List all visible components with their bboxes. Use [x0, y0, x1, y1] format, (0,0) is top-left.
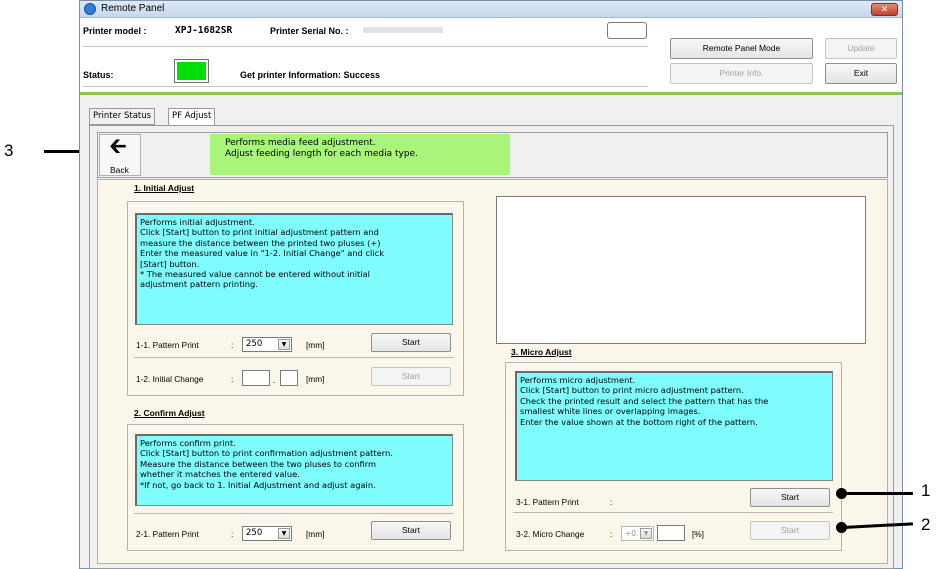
initial-pattern-print-label: 1-1. Pattern Print: [136, 340, 199, 350]
micro-adjust-description: Performs micro adjustment. Click [Start]…: [515, 371, 833, 481]
micro-change-input[interactable]: [657, 525, 685, 541]
callout-2-number: 2: [921, 515, 931, 534]
confirm-pattern-print-colon: :: [231, 529, 234, 539]
confirm-pattern-print-select[interactable]: 250 ▼: [242, 526, 292, 541]
pattern-preview-box: [496, 196, 866, 344]
status-indicator-frame: [174, 59, 209, 83]
initial-change-label: 1-2. Initial Change: [136, 374, 204, 384]
initial-change-decimal-input[interactable]: [280, 370, 298, 386]
callout-3-number: 3: [4, 141, 14, 160]
micro-change-sign-value: +0.: [625, 529, 639, 538]
micro-change-unit: [%]: [692, 529, 704, 539]
initial-adjust-description: Performs initial adjustment. Click [Star…: [135, 213, 453, 325]
back-arrow-icon: 🡰: [109, 134, 127, 159]
status-indicator-light: [177, 62, 206, 80]
update-button[interactable]: Update: [825, 38, 897, 59]
back-button[interactable]: 🡰 Back: [99, 134, 141, 176]
confirm-pattern-print-start-button[interactable]: Start: [371, 521, 451, 540]
header-area: Printer model : XPJ-1682SR Printer Seria…: [80, 18, 902, 92]
initial-pattern-print-unit: [mm]: [306, 340, 325, 350]
printer-model-value: XPJ-1682SR: [175, 25, 233, 36]
status-divider: [83, 86, 648, 87]
header-accent-bar: [80, 92, 902, 95]
initial-pattern-print-value: 250: [246, 339, 263, 349]
app-icon: [84, 3, 96, 15]
micro-pattern-print-start-button[interactable]: Start: [750, 488, 830, 507]
printer-model-label: Printer model :: [83, 26, 147, 36]
initial-pattern-print-start-button[interactable]: Start: [371, 333, 451, 352]
initial-change-decimal-point: .: [273, 375, 276, 385]
micro-pattern-print-colon: :: [610, 497, 613, 507]
blank-indicator: [607, 22, 647, 39]
micro-change-start-button[interactable]: Start: [750, 521, 830, 540]
initial-adjust-title: 1. Initial Adjust: [134, 183, 195, 193]
callout-1-number: 1: [921, 481, 931, 500]
confirm-adjust-description: Performs confirm print. Click [Start] bu…: [135, 434, 453, 506]
micro-change-label: 3-2. Micro Change: [516, 529, 585, 539]
tab-pf-adjust[interactable]: PF Adjust: [168, 108, 216, 126]
micro-row-divider: [513, 512, 833, 513]
callout-1-line: [843, 492, 913, 495]
initial-change-start-button[interactable]: Start: [371, 367, 451, 386]
micro-change-colon: :: [610, 529, 613, 539]
tab-printer-status[interactable]: Printer Status: [89, 108, 156, 125]
close-button[interactable]: ✕: [871, 3, 898, 16]
micro-adjust-title: 3. Micro Adjust: [511, 347, 572, 357]
remote-panel-window: Remote Panel ✕ Printer model : XPJ-1682S…: [79, 0, 903, 569]
initial-pattern-print-select[interactable]: 250 ▼: [242, 337, 292, 352]
title-bar: Remote Panel ✕: [80, 1, 902, 18]
confirm-adjust-title: 2. Confirm Adjust: [134, 408, 205, 418]
confirm-row-divider: [134, 513, 454, 514]
window-title: Remote Panel: [101, 3, 165, 14]
remote-panel-mode-button[interactable]: Remote Panel Mode: [670, 38, 813, 59]
header-divider: [83, 46, 648, 47]
initial-change-unit: [mm]: [306, 374, 325, 384]
chevron-down-icon: ▼: [278, 339, 290, 350]
micro-pattern-print-label: 3-1. Pattern Print: [516, 497, 579, 507]
confirm-pattern-print-unit: [mm]: [306, 529, 325, 539]
printer-info-button[interactable]: Printer Info.: [670, 63, 813, 84]
back-label: Back: [110, 165, 129, 175]
confirm-pattern-print-label: 2-1. Pattern Print: [136, 529, 199, 539]
status-label: Status:: [83, 70, 114, 80]
initial-change-integer-input[interactable]: [242, 370, 270, 386]
micro-change-sign-select[interactable]: +0. ▼: [621, 526, 654, 541]
serial-label: Printer Serial No. :: [270, 26, 349, 36]
toolbar-description: Performs media feed adjustment. Adjust f…: [210, 134, 510, 175]
initial-pattern-print-colon: :: [231, 340, 234, 350]
initial-row-divider: [134, 357, 454, 358]
initial-change-colon: :: [231, 374, 234, 384]
confirm-pattern-print-value: 250: [246, 528, 263, 538]
chevron-down-icon: ▼: [278, 528, 290, 539]
serial-value-redacted: [363, 27, 443, 33]
chevron-down-icon: ▼: [640, 528, 652, 539]
exit-button[interactable]: Exit: [825, 63, 897, 84]
status-message: Get printer Information: Success: [240, 70, 381, 80]
